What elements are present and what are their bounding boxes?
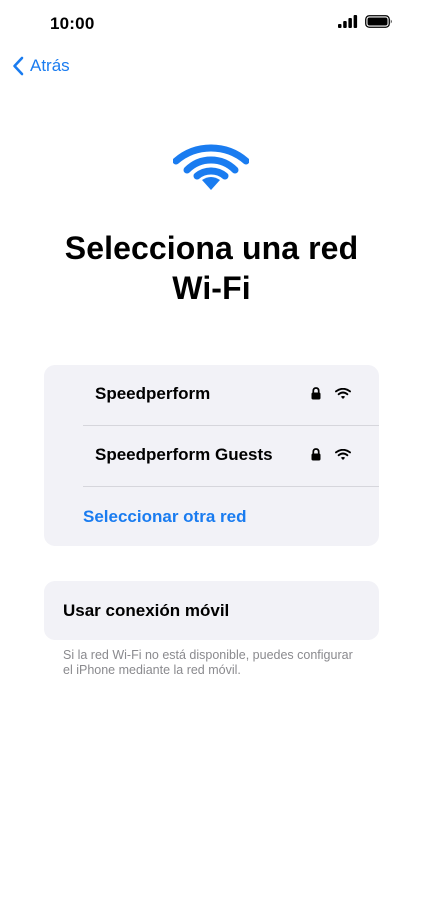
wifi-icon <box>173 144 249 190</box>
battery-icon <box>365 15 392 28</box>
wifi-icon <box>335 387 351 399</box>
network-name: Speedperform Guests <box>95 445 273 464</box>
network-status-icons <box>311 387 351 400</box>
page-title-line-2: Wi-Fi <box>172 270 251 306</box>
chevron-left-icon <box>13 56 24 76</box>
select-other-network-link[interactable]: Seleccionar otra red <box>83 507 246 527</box>
back-label: Atrás <box>30 56 70 75</box>
status-bar: 10:00 <box>0 0 423 50</box>
row-divider <box>83 486 379 487</box>
cellular-signal-icon <box>338 15 358 28</box>
page-title: Selecciona una red Wi-Fi <box>0 228 423 308</box>
lock-icon <box>311 387 321 400</box>
status-time: 10:00 <box>50 14 95 33</box>
back-button[interactable]: Atrás <box>12 56 70 76</box>
network-list: Speedperform Speedperform Guests Selecci… <box>44 365 379 546</box>
network-row-speedperform-guests[interactable]: Speedperform Guests <box>44 426 379 486</box>
use-cellular-label: Usar conexión móvil <box>63 601 230 620</box>
wifi-icon <box>335 448 351 460</box>
network-row-speedperform[interactable]: Speedperform <box>44 365 379 425</box>
status-icons <box>338 15 393 28</box>
cellular-footnote: Si la red Wi-Fi no está disponible, pued… <box>63 648 353 677</box>
network-status-icons <box>311 448 351 461</box>
network-name: Speedperform <box>95 384 211 403</box>
use-cellular-button[interactable]: Usar conexión móvil <box>44 581 379 640</box>
page-title-line-1: Selecciona una red <box>64 230 359 266</box>
lock-icon <box>311 448 321 461</box>
